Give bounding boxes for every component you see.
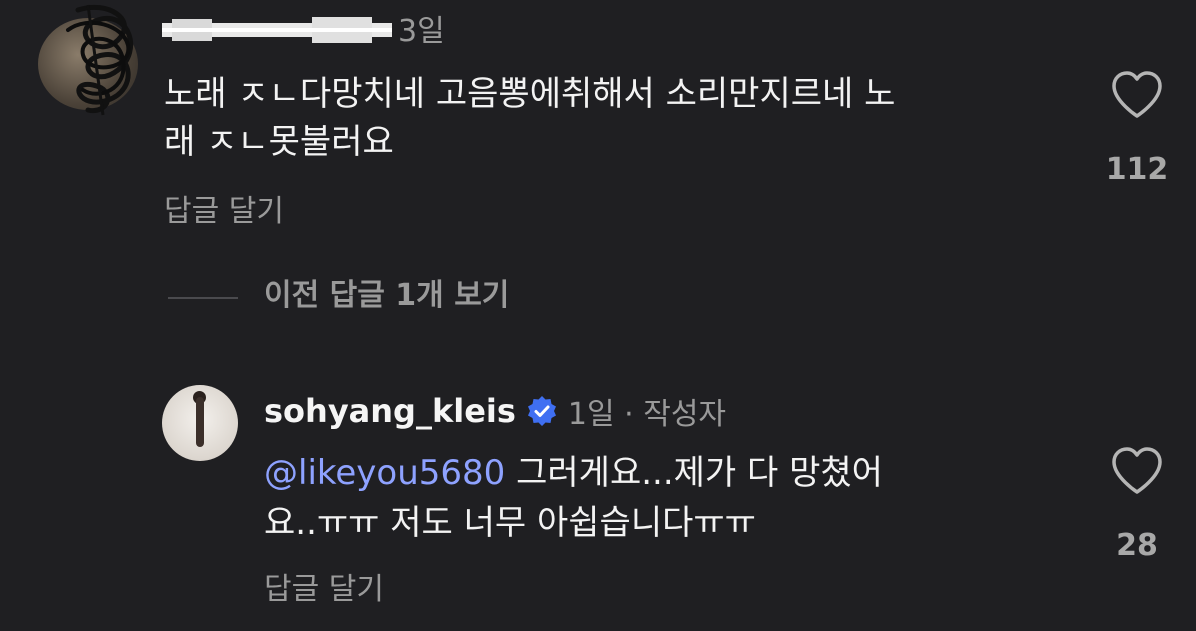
comment-text: 노래 ㅈㄴ다망치네 고음뽕에취해서 소리만지르네 노 래 ㅈㄴ못불러요: [164, 74, 896, 162]
avatar-scribble-redaction: [66, 4, 134, 116]
author-avatar[interactable]: [162, 385, 238, 461]
like-count: 112: [1105, 152, 1169, 187]
comment-timestamp: 3일: [398, 14, 445, 49]
mention-link[interactable]: @likeyou5680: [264, 453, 505, 493]
reply-button[interactable]: 답글 달기: [264, 566, 384, 614]
heart-outline-icon[interactable]: [1110, 446, 1164, 496]
verified-badge-icon: [527, 396, 556, 426]
heart-outline-icon[interactable]: [1110, 70, 1164, 120]
view-previous-replies-button[interactable]: 이전 답글 1개 보기: [264, 272, 509, 320]
reply-button[interactable]: 답글 달기: [164, 188, 284, 236]
thread-divider-line: [168, 297, 238, 299]
username-redaction-mark: [162, 17, 392, 43]
author-username[interactable]: sohyang_kleis: [264, 392, 516, 430]
reply-header: sohyang_kleis 1일 · 작성자: [264, 388, 726, 434]
commenter-username-redacted[interactable]: [162, 10, 392, 50]
reply-text: @likeyou5680 그러게요...제가 다 망쳤어 요..ㅠㅠ 저도 너무…: [264, 448, 1044, 548]
reply-timestamp-author-tag: 1일 · 작성자: [567, 397, 727, 432]
like-count: 28: [1116, 528, 1158, 563]
